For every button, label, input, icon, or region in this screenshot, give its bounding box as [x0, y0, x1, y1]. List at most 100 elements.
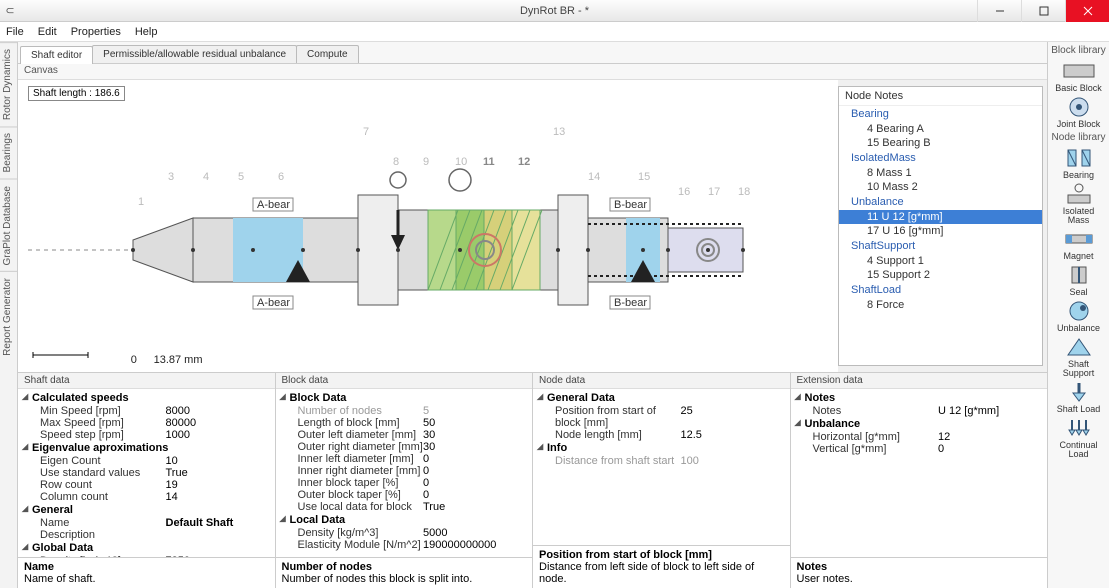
tree-item[interactable]: 15 Bearing B: [839, 136, 1042, 150]
tab-row: Shaft editor Permissible/allowable resid…: [18, 42, 1047, 64]
prop-row[interactable]: Use standard valuesTrue: [22, 467, 271, 479]
prop-row[interactable]: Eigen Count10: [22, 455, 271, 467]
right-palette: Block library Basic Block Joint Block No…: [1047, 42, 1109, 588]
prop-row[interactable]: Position from start of block [mm]25: [537, 405, 786, 429]
prop-group[interactable]: Calculated speeds: [22, 391, 271, 405]
tree-category[interactable]: ShaftLoad: [839, 282, 1042, 298]
tree-item[interactable]: 17 U 16 [g*mm]: [839, 224, 1042, 238]
prop-group[interactable]: Notes: [795, 391, 1044, 405]
minimize-button[interactable]: [977, 0, 1021, 22]
prop-group[interactable]: General: [22, 503, 271, 517]
tab-residual-unbalance[interactable]: Permissible/allowable residual unbalance: [92, 45, 297, 63]
prop-row[interactable]: Length of block [mm]50: [280, 417, 529, 429]
prop-row[interactable]: Node length [mm]12.5: [537, 429, 786, 441]
tree-item[interactable]: 8 Mass 1: [839, 166, 1042, 180]
svg-text:A-bear: A-bear: [257, 297, 290, 309]
tree-category[interactable]: Unbalance: [839, 194, 1042, 210]
tree-category[interactable]: Bearing: [839, 106, 1042, 122]
svg-text:10: 10: [455, 156, 467, 168]
prop-group[interactable]: Local Data: [280, 513, 529, 527]
prop-group[interactable]: Info: [537, 441, 786, 455]
left-sidebar: Rotor Dynamics Bearings GraPlot Database…: [0, 42, 18, 588]
prop-group[interactable]: Global Data: [22, 541, 271, 555]
prop-row[interactable]: Outer right diameter [mm]30: [280, 441, 529, 453]
svg-text:4: 4: [203, 171, 209, 183]
canvas-label: Canvas: [18, 64, 1047, 80]
svg-text:6: 6: [278, 171, 284, 183]
side-tab-rotor[interactable]: Rotor Dynamics: [0, 42, 17, 126]
scale-bar: 0 13.87 mm: [28, 349, 828, 366]
prop-row[interactable]: Description: [22, 529, 271, 541]
prop-row[interactable]: Elasticity Module [N/m^2]190000000000: [280, 539, 529, 551]
prop-group[interactable]: Eigenvalue aproximations: [22, 441, 271, 455]
shaft-canvas[interactable]: 3456 7 8910 13 1415 161718 1112 1: [28, 101, 828, 349]
prop-row[interactable]: Vertical [g*mm]0: [795, 443, 1044, 455]
prop-row[interactable]: Use local data for blockTrue: [280, 501, 529, 513]
node-data-panel: Node data General DataPosition from star…: [533, 373, 791, 588]
pal-continual-load[interactable]: Continual Load: [1052, 416, 1106, 459]
tab-shaft-editor[interactable]: Shaft editor: [20, 46, 93, 64]
prop-row[interactable]: Density [kg/m^3]5000: [280, 527, 529, 539]
maximize-button[interactable]: [1021, 0, 1065, 22]
extension-data-panel: Extension data NotesNotesU 12 [g*mm]Unba…: [791, 373, 1048, 588]
side-tab-graplot[interactable]: GraPlot Database: [0, 179, 17, 272]
prop-row[interactable]: Column count14: [22, 491, 271, 503]
svg-text:9: 9: [423, 156, 429, 168]
pal-magnet[interactable]: Magnet: [1052, 227, 1106, 261]
menu-file[interactable]: File: [6, 26, 24, 38]
prop-row[interactable]: Number of nodes5: [280, 405, 529, 417]
tree-item[interactable]: 15 Support 2: [839, 268, 1042, 282]
svg-text:B-bear: B-bear: [614, 199, 647, 211]
prop-row[interactable]: Inner right diameter [mm]0: [280, 465, 529, 477]
pal-shaft-support[interactable]: Shaft Support: [1052, 335, 1106, 378]
tree-item[interactable]: 4 Bearing A: [839, 122, 1042, 136]
svg-text:7: 7: [363, 126, 369, 138]
tree-item[interactable]: 11 U 12 [g*mm]: [839, 210, 1042, 224]
tree-item[interactable]: 8 Force: [839, 298, 1042, 312]
pal-seal[interactable]: Seal: [1052, 263, 1106, 297]
prop-group[interactable]: General Data: [537, 391, 786, 405]
app-icon: ⊂: [0, 4, 20, 17]
tree-header: Node Notes: [839, 87, 1042, 106]
pal-joint-block[interactable]: Joint Block: [1052, 95, 1106, 129]
menu-edit[interactable]: Edit: [38, 26, 57, 38]
tree-category[interactable]: ShaftSupport: [839, 238, 1042, 254]
tab-compute[interactable]: Compute: [296, 45, 359, 63]
prop-row[interactable]: Speed step [rpm]1000: [22, 429, 271, 441]
pal-isolated-mass[interactable]: Isolated Mass: [1052, 182, 1106, 225]
prop-row[interactable]: Row count19: [22, 479, 271, 491]
prop-row[interactable]: Inner left diameter [mm]0: [280, 453, 529, 465]
prop-row[interactable]: Outer left diameter [mm]30: [280, 429, 529, 441]
side-tab-report[interactable]: Report Generator: [0, 271, 17, 362]
pal-unbalance[interactable]: Unbalance: [1052, 299, 1106, 333]
pal-shaft-load[interactable]: Shaft Load: [1052, 380, 1106, 414]
svg-text:13: 13: [553, 126, 565, 138]
prop-row[interactable]: Max Speed [rpm]80000: [22, 417, 271, 429]
close-button[interactable]: [1065, 0, 1109, 22]
menubar: File Edit Properties Help: [0, 22, 1109, 42]
side-tab-bearings[interactable]: Bearings: [0, 126, 17, 178]
tree-item[interactable]: 4 Support 1: [839, 254, 1042, 268]
pal-basic-block[interactable]: Basic Block: [1052, 59, 1106, 93]
prop-row[interactable]: NotesU 12 [g*mm]: [795, 405, 1044, 417]
menu-properties[interactable]: Properties: [71, 26, 121, 38]
prop-row[interactable]: Distance from shaft start100: [537, 455, 786, 467]
pal-bearing[interactable]: Bearing: [1052, 146, 1106, 180]
prop-row[interactable]: Horizontal [g*mm]12: [795, 431, 1044, 443]
svg-text:5: 5: [238, 171, 244, 183]
block-data-panel: Block data Block DataNumber of nodes5Len…: [276, 373, 534, 588]
prop-row[interactable]: Min Speed [rpm]8000: [22, 405, 271, 417]
shaft-length-label: Shaft length : 186.6: [28, 86, 125, 101]
svg-text:12: 12: [518, 156, 530, 168]
menu-help[interactable]: Help: [135, 26, 158, 38]
prop-group[interactable]: Block Data: [280, 391, 529, 405]
prop-group[interactable]: Unbalance: [795, 417, 1044, 431]
prop-row[interactable]: Inner block taper [%]0: [280, 477, 529, 489]
prop-row[interactable]: NameDefault Shaft: [22, 517, 271, 529]
tree-category[interactable]: IsolatedMass: [839, 150, 1042, 166]
svg-text:B-bear: B-bear: [614, 297, 647, 309]
prop-row[interactable]: Outer block taper [%]0: [280, 489, 529, 501]
tree-item[interactable]: 10 Mass 2: [839, 180, 1042, 194]
svg-text:11: 11: [483, 156, 495, 168]
svg-text:1: 1: [138, 196, 144, 208]
